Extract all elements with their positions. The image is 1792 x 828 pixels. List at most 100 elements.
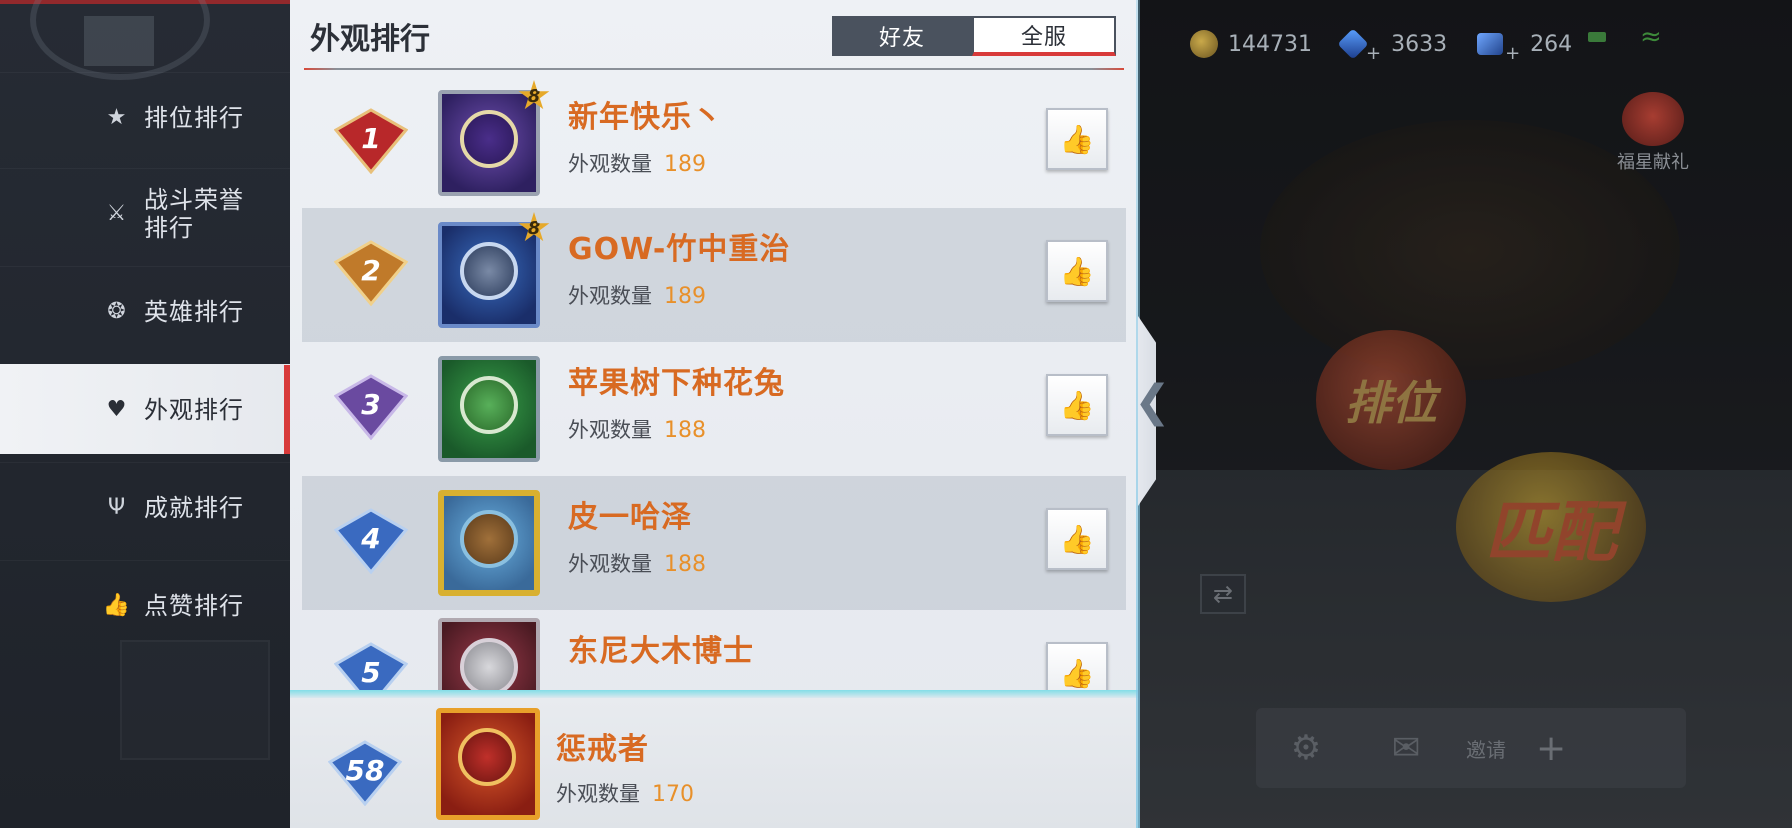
avatar[interactable]: 8 [438, 212, 550, 328]
ticket-counter[interactable]: + 264 [1477, 25, 1572, 64]
panel-header: 外观排行 好友 全服 [290, 0, 1138, 70]
like-button[interactable]: 👍 [1046, 642, 1108, 690]
count-value: 189 [664, 152, 706, 177]
like-button[interactable]: 👍 [1046, 240, 1108, 302]
mail-icon[interactable]: ✉ [1356, 728, 1456, 768]
crossed-swords-icon: ⚔ [106, 201, 128, 226]
add-ticket-icon: + [1505, 42, 1521, 64]
player-name[interactable]: 东尼大木博士 [568, 626, 754, 670]
gem-counter[interactable]: + 3633 [1337, 25, 1447, 64]
resource-bar: 144731 + 3633 + 264 [1190, 24, 1572, 64]
ranking-row: 1 8 新年快乐丶 外观数量 189 👍 [302, 76, 1126, 210]
player-name[interactable]: GOW-竹中重治 [568, 224, 790, 268]
lion-dance-icon [1622, 92, 1684, 146]
count-value: 188 [664, 552, 706, 577]
ticket-icon [1477, 33, 1504, 55]
match-mode-label: 匹配 [1485, 494, 1617, 571]
page-title: 外观排行 [310, 22, 430, 57]
add-friend-icon[interactable]: + [1536, 728, 1566, 769]
settings-gear-icon[interactable]: ⚙ [1256, 728, 1356, 768]
sidebar-item-battle-honor[interactable]: ⚔ 战斗荣誉排行 [0, 168, 290, 258]
scope-tabs: 好友 全服 [832, 16, 1116, 56]
rank-badge: 58 [327, 740, 403, 807]
count-value: 170 [652, 782, 694, 807]
rank-badge: 3 [333, 374, 409, 441]
chat-panel-shadow [120, 640, 270, 760]
sidebar-item-label: 外观排行 [144, 395, 244, 424]
rank-number: 5 [361, 656, 381, 689]
count-value: 188 [664, 418, 706, 443]
shirt-icon: ♥ [106, 397, 128, 422]
count-label: 外观数量 [568, 284, 652, 308]
wifi-icon: ≈ [1640, 22, 1662, 52]
sidebar-item-hero[interactable]: ❂ 英雄排行 [0, 266, 290, 356]
gift-label: 福星献礼 [1617, 152, 1689, 173]
invite-label[interactable]: 邀请 [1466, 734, 1506, 763]
rank-number: 3 [361, 388, 381, 421]
match-mode-button[interactable]: 匹配 [1456, 452, 1646, 602]
appearance-count: 外观数量 188 [568, 414, 706, 444]
thumbs-up-icon: 👍 [1059, 656, 1095, 690]
tab-friends[interactable]: 好友 [832, 16, 972, 56]
add-gem-icon: + [1365, 42, 1382, 64]
rank-badge: 2 [333, 240, 409, 307]
my-ranking-row: 58 惩戒者 外观数量 170 [290, 698, 1138, 828]
sidebar-item-rank[interactable]: ★ 排位排行 [0, 72, 290, 162]
count-label: 外观数量 [568, 152, 652, 176]
avatar[interactable] [438, 356, 540, 462]
rank-number: 1 [361, 122, 381, 155]
bottom-toolbar: ⚙ ✉ 邀请 + [1256, 708, 1686, 788]
player-name[interactable]: 皮一哈泽 [568, 492, 692, 536]
ranking-category-sidebar: ★ 排位排行 ⚔ 战斗荣誉排行 ❂ 英雄排行 ♥ 外观排行 Ψ 成就排行 👍 点… [0, 0, 290, 828]
coin-value: 144731 [1228, 31, 1312, 57]
swap-icon[interactable]: ⇄ [1200, 574, 1246, 614]
self-row-divider [290, 690, 1138, 698]
thumbs-up-icon: 👍 [1059, 122, 1095, 156]
thumbs-up-icon: 👍 [102, 593, 132, 618]
coin-icon [1190, 30, 1218, 58]
tab-all-server[interactable]: 全服 [972, 16, 1116, 56]
sidebar-item-likes[interactable]: 👍 点赞排行 [0, 560, 290, 650]
groot-portrait-icon [460, 510, 518, 568]
ranking-list[interactable]: 1 8 新年快乐丶 外观数量 189 👍 2 8 GOW-竹中重治 外观数量 1… [302, 76, 1126, 690]
like-button[interactable]: 👍 [1046, 508, 1108, 570]
rank-badge: 1 [333, 108, 409, 175]
ranked-mode-button[interactable]: 排位 [1316, 330, 1466, 470]
thumbs-up-icon: 👍 [1059, 522, 1095, 556]
fist-emblem-icon [460, 376, 518, 434]
header-divider [304, 68, 1124, 70]
sidebar-item-label: 成就排行 [144, 493, 244, 522]
sidebar-item-label: 排位排行 [144, 103, 244, 132]
avatar[interactable] [438, 618, 540, 690]
rank-badge: 4 [333, 508, 409, 575]
my-player-name: 惩戒者 [556, 732, 649, 767]
sidebar-item-achievement[interactable]: Ψ 成就排行 [0, 462, 290, 552]
gift-event-button[interactable]: 福星献礼 [1598, 92, 1708, 174]
ranking-row: 5 东尼大木博士 👍 [302, 610, 1126, 690]
count-label: 外观数量 [556, 782, 640, 806]
ticket-value: 264 [1530, 31, 1573, 57]
rank-number: 58 [345, 754, 385, 787]
player-name[interactable]: 苹果树下种花兔 [568, 358, 785, 402]
collapse-panel-tab[interactable]: ❮ [1134, 0, 1171, 828]
sidebar-item-appearance[interactable]: ♥ 外观排行 [0, 364, 290, 454]
rank-badge: 5 [333, 642, 409, 690]
player-name[interactable]: 新年快乐丶 [568, 92, 723, 136]
like-button[interactable]: 👍 [1046, 374, 1108, 436]
appearance-count: 外观数量 189 [568, 148, 706, 178]
sidebar-item-label: 战斗荣誉排行 [144, 185, 244, 242]
mask-portrait-icon [460, 638, 518, 690]
sidebar-item-label: 点赞排行 [144, 591, 244, 620]
hero-portrait-icon [460, 242, 518, 300]
my-avatar[interactable] [436, 708, 540, 820]
count-label: 外观数量 [568, 418, 652, 442]
guardians-emblem-icon [460, 110, 518, 168]
rank-number: 4 [361, 522, 381, 555]
ranking-panel: 外观排行 好友 全服 1 8 新年快乐丶 外观数量 189 👍 2 8 GOW-… [290, 0, 1138, 828]
avatar[interactable] [438, 490, 540, 596]
like-button[interactable]: 👍 [1046, 108, 1108, 170]
appearance-count: 外观数量 170 [556, 778, 694, 808]
battery-icon [1588, 32, 1606, 42]
avatar[interactable]: 8 [438, 80, 550, 196]
coin-counter[interactable]: 144731 [1190, 30, 1312, 58]
